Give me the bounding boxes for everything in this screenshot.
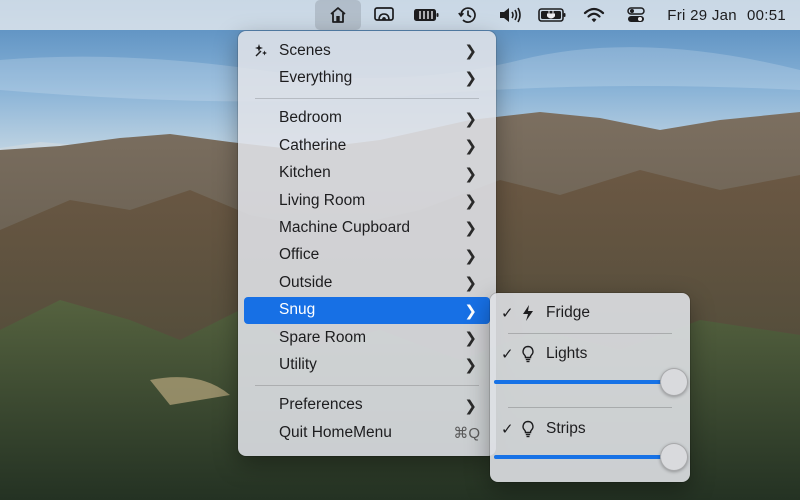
slider-knob[interactable] xyxy=(660,443,688,471)
menu-item-room[interactable]: Spare Room ❯ xyxy=(244,324,490,351)
submenu-separator xyxy=(508,407,672,408)
menu-item-label: Scenes xyxy=(279,41,331,59)
submenu-item-strips[interactable]: ✓ Strips xyxy=(490,416,690,442)
chevron-right-icon: ❯ xyxy=(464,220,477,238)
quit-shortcut: ⌘Q xyxy=(453,424,480,442)
slider-knob[interactable] xyxy=(660,368,688,396)
chevron-right-icon: ❯ xyxy=(464,43,477,60)
chevron-right-icon: ❯ xyxy=(464,357,477,375)
bulb-icon xyxy=(521,345,535,368)
menu-item-label: Living Room xyxy=(279,191,366,209)
checkmark-icon: ✓ xyxy=(501,346,514,363)
home-menu-extra[interactable] xyxy=(315,0,362,30)
menu-item-room[interactable]: Machine Cupboard ❯ xyxy=(244,214,490,241)
menu-item-preferences[interactable]: Preferences ❯ xyxy=(244,392,490,419)
sparkles-icon xyxy=(253,42,269,63)
menu-item-room[interactable]: Kitchen ❯ xyxy=(244,160,490,187)
menu-item-label: Utility xyxy=(279,355,317,373)
submenu-item-label: Strips xyxy=(546,420,586,437)
slider-fill xyxy=(494,455,674,459)
menu-separator xyxy=(255,384,479,386)
submenu-item-fridge[interactable]: ✓ Fridge xyxy=(490,300,690,326)
airplay-menu[interactable] xyxy=(365,0,403,30)
menu-item-room[interactable]: Catherine ❯ xyxy=(244,132,490,159)
strips-brightness-slider[interactable] xyxy=(494,443,688,471)
chevron-right-icon: ❯ xyxy=(464,192,477,210)
menu-bar: Fri 29 Jan 00:51 xyxy=(0,0,800,30)
menu-item-room[interactable]: Office ❯ xyxy=(244,242,490,269)
submenu-item-lights[interactable]: ✓ Lights xyxy=(490,341,690,367)
volume-menu[interactable] xyxy=(491,0,529,30)
power-menu[interactable] xyxy=(533,0,571,30)
menu-separator xyxy=(255,97,479,99)
submenu-item-label: Fridge xyxy=(546,304,590,321)
menu-item-room[interactable]: Utility ❯ xyxy=(244,351,490,378)
submenu-item-label: Lights xyxy=(546,345,588,362)
menu-item-label: Catherine xyxy=(279,136,347,154)
menubar-time: 00:51 xyxy=(746,6,786,24)
slider-fill xyxy=(494,380,674,384)
menubar-date: Fri 29 Jan xyxy=(667,6,737,24)
menu-item-room[interactable]: Living Room ❯ xyxy=(244,187,490,214)
checkmark-icon: ✓ xyxy=(501,421,514,438)
battery-menu[interactable] xyxy=(407,0,445,30)
menu-item-label: Quit HomeMenu xyxy=(279,423,392,441)
menu-item-label: Outside xyxy=(279,273,333,291)
time-machine-menu[interactable] xyxy=(449,0,487,30)
chevron-right-icon: ❯ xyxy=(464,247,477,265)
menu-item-label: Machine Cupboard xyxy=(279,219,410,237)
control-center-icon xyxy=(627,7,645,22)
lights-brightness-slider[interactable] xyxy=(494,368,688,396)
bolt-icon xyxy=(521,304,535,327)
menu-item-label: Preferences xyxy=(279,396,363,414)
menu-item-label: Office xyxy=(279,246,320,264)
menu-item-quit[interactable]: Quit HomeMenu ⌘Q xyxy=(244,419,490,446)
menu-item-label: Spare Room xyxy=(279,328,367,346)
submenu-separator xyxy=(508,333,672,334)
chevron-right-icon: ❯ xyxy=(464,302,477,320)
menu-item-label: Everything xyxy=(279,69,353,87)
airplay-icon xyxy=(374,7,395,21)
volume-icon xyxy=(500,7,522,23)
home-icon xyxy=(330,7,346,23)
chevron-right-icon: ❯ xyxy=(464,70,477,88)
control-center-menu[interactable] xyxy=(617,0,655,30)
menu-item-room[interactable]: Bedroom ❯ xyxy=(244,105,490,132)
home-menu-dropdown: Scenes ❯ Everything ❯ Bedroom ❯ Catherin… xyxy=(238,31,496,456)
bulb-icon xyxy=(521,420,535,443)
wifi-icon xyxy=(584,7,605,23)
checkmark-icon: ✓ xyxy=(501,305,514,322)
chevron-right-icon: ❯ xyxy=(464,165,477,183)
snug-submenu: ✓ Fridge ✓ Lights ✓ Strips xyxy=(490,293,690,482)
menu-item-everything[interactable]: Everything ❯ xyxy=(244,64,490,91)
wifi-menu[interactable] xyxy=(575,0,613,30)
chevron-right-icon: ❯ xyxy=(464,275,477,293)
battery-icon xyxy=(414,9,439,21)
menu-item-room-selected[interactable]: Snug ❯ xyxy=(244,296,490,324)
chevron-right-icon: ❯ xyxy=(464,329,477,347)
power-icon xyxy=(538,8,566,22)
menu-item-label: Snug xyxy=(279,301,316,319)
menu-item-room[interactable]: Outside ❯ xyxy=(244,269,490,296)
menubar-clock[interactable]: Fri 29 Jan 00:51 xyxy=(667,0,786,30)
chevron-right-icon: ❯ xyxy=(464,138,477,156)
chevron-right-icon: ❯ xyxy=(464,397,477,415)
menu-item-label: Kitchen xyxy=(279,164,331,182)
time-machine-icon xyxy=(458,7,477,23)
menu-item-scenes[interactable]: Scenes ❯ xyxy=(244,37,490,64)
menu-item-label: Bedroom xyxy=(279,109,342,127)
chevron-right-icon: ❯ xyxy=(464,110,477,128)
